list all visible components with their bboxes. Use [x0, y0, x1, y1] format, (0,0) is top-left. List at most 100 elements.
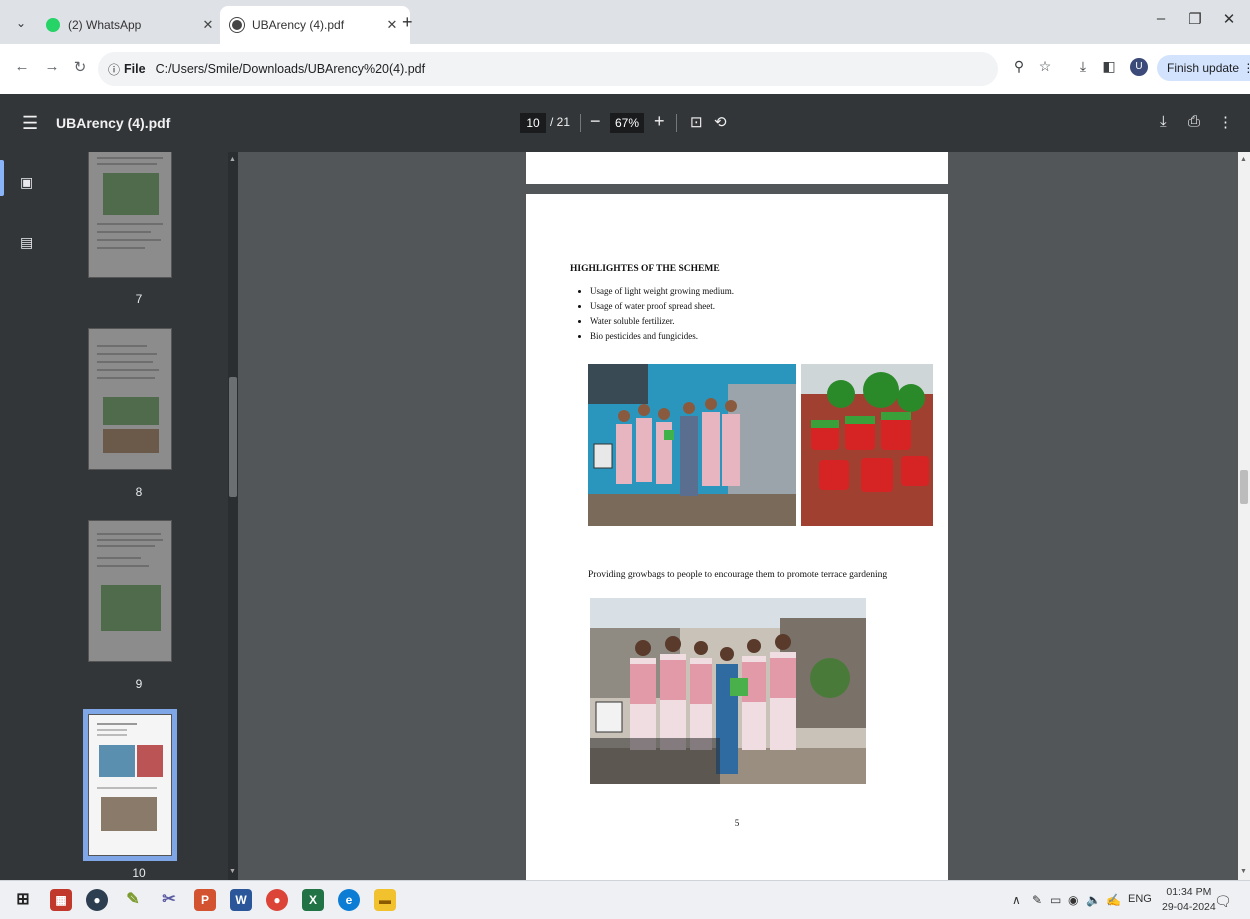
file-explorer-icon[interactable]: ▬: [374, 889, 396, 911]
list-item: Usage of water proof spread sheet.: [590, 299, 734, 314]
page-number-input[interactable]: 10: [520, 113, 546, 133]
chrome-icon[interactable]: ●: [266, 889, 288, 911]
show-hidden-icons-icon[interactable]: ∧: [1012, 893, 1021, 907]
print-icon[interactable]: ⎙: [1188, 113, 1200, 130]
pdf-page: HIGHLIGHTES OF THE SCHEME Usage of light…: [526, 194, 948, 880]
hamburger-menu-icon[interactable]: ☰: [22, 113, 38, 134]
volume-icon[interactable]: 🔈: [1086, 893, 1101, 907]
list-item: Usage of light weight growing medium.: [590, 284, 734, 299]
scroll-down-arrow[interactable]: ▼: [229, 868, 236, 875]
app-icon[interactable]: ●: [86, 889, 108, 911]
kebab-menu-icon: ⋮: [1242, 61, 1250, 75]
taskbar: ⊞ ▦ ● ✎ ✂ P W ● X e ▬ ∧ ✎ ▭ ◉ 🔈 ✍ ENG 01…: [0, 880, 1250, 919]
thumbnail-label: 8: [135, 485, 143, 499]
close-tab-icon[interactable]: ✕: [384, 17, 400, 33]
whatsapp-icon: [46, 18, 60, 32]
calendar-app-icon[interactable]: ▦: [50, 889, 72, 911]
photo-growbags: [801, 364, 933, 526]
list-item: Bio pesticides and fungicides.: [590, 329, 734, 344]
browser-toolbar: ← → ↻ ⓘ File C:/Users/Smile/Downloads/UB…: [0, 44, 1250, 94]
close-tab-icon[interactable]: ✕: [200, 17, 216, 33]
pdf-viewer[interactable]: HIGHLIGHTES OF THE SCHEME Usage of light…: [238, 152, 1238, 880]
bookmark-star-icon[interactable]: ☆: [1034, 58, 1056, 75]
globe-icon: [230, 18, 244, 32]
url-text[interactable]: C:/Users/Smile/Downloads/UBArency%20(4).…: [156, 62, 426, 76]
scroll-up-arrow[interactable]: ▲: [1240, 156, 1247, 163]
fit-page-icon[interactable]: ⊡: [690, 113, 703, 131]
clock[interactable]: 01:34 PM 29-04-2024: [1162, 885, 1216, 915]
outline-icon[interactable]: ▤: [20, 234, 33, 251]
close-window-button[interactable]: ✕: [1214, 10, 1244, 28]
scroll-down-arrow[interactable]: ▼: [1240, 868, 1247, 875]
language-indicator[interactable]: ENG: [1128, 893, 1152, 905]
excel-icon[interactable]: X: [302, 889, 324, 911]
info-icon[interactable]: ⓘ: [108, 61, 120, 78]
thumbnail-page-8[interactable]: [88, 328, 172, 470]
divider: [676, 114, 677, 132]
pdf-title: UBArency (4).pdf: [56, 115, 171, 131]
tab-whatsapp[interactable]: (2) WhatsApp ✕: [36, 6, 226, 44]
word-icon[interactable]: W: [230, 889, 252, 911]
photo-distribution: [590, 598, 866, 784]
back-button[interactable]: ←: [12, 58, 32, 75]
page-total: / 21: [550, 115, 571, 129]
download-pdf-icon[interactable]: ⤓: [1160, 113, 1167, 130]
previous-page: [526, 152, 948, 184]
chrome-tray-icon[interactable]: ◉: [1068, 893, 1078, 907]
tab-title: UBArency (4).pdf: [252, 18, 345, 32]
divider: [580, 114, 581, 132]
download-icon[interactable]: ⤓: [1072, 58, 1094, 75]
photo-group-stairs: [588, 364, 796, 526]
edge-icon[interactable]: e: [338, 889, 360, 911]
section-heading: HIGHLIGHTES OF THE SCHEME: [570, 264, 720, 274]
tab-search-chevron-icon[interactable]: ⌄: [10, 12, 32, 34]
thumbnail-page-10[interactable]: [83, 709, 177, 861]
photo-caption: Providing growbags to people to encourag…: [588, 570, 888, 580]
thumbnail-label: 10: [132, 866, 146, 880]
finish-update-button[interactable]: Finish update ⋮: [1157, 55, 1250, 81]
pen-icon[interactable]: ✎: [1032, 893, 1042, 907]
list-item: Water soluble fertilizer.: [590, 314, 734, 329]
active-indicator: [0, 160, 4, 196]
network-icon[interactable]: ▭: [1050, 893, 1061, 907]
thumbnail-label: 9: [135, 677, 143, 691]
tab-pdf[interactable]: UBArency (4).pdf ✕: [220, 6, 410, 44]
rotate-icon[interactable]: ⟲: [714, 113, 727, 131]
zoom-in-button[interactable]: +: [654, 111, 665, 132]
tab-strip: ⌄ (2) WhatsApp ✕ UBArency (4).pdf ✕ + – …: [0, 0, 1250, 44]
start-button-icon[interactable]: ⊞: [12, 889, 34, 911]
powerpoint-icon[interactable]: P: [194, 889, 216, 911]
thumbnails-icon[interactable]: ▣: [20, 174, 33, 191]
tab-title: (2) WhatsApp: [68, 18, 142, 32]
scheme-label: File: [124, 62, 146, 76]
paint-app-icon[interactable]: ✎: [122, 889, 144, 911]
reload-button[interactable]: ↻: [70, 58, 90, 76]
restore-button[interactable]: ❐: [1180, 10, 1210, 28]
zoom-icon[interactable]: ⚲: [1008, 58, 1030, 75]
thumbnail-label: 7: [135, 292, 143, 306]
address-bar[interactable]: ⓘ File C:/Users/Smile/Downloads/UBArency…: [98, 52, 998, 86]
scroll-thumb[interactable]: [229, 377, 237, 497]
thumbnail-pane: 7 8 9 10: [50, 152, 228, 880]
thumbnail-scrollbar[interactable]: ▲ ▼: [228, 152, 238, 880]
thumbnail-page-9[interactable]: [88, 520, 172, 662]
new-tab-button[interactable]: +: [402, 12, 413, 33]
snipping-tool-icon[interactable]: ✂: [158, 889, 180, 911]
thumbnail-page-7[interactable]: [88, 152, 172, 278]
page-number: 5: [734, 818, 740, 828]
more-options-icon[interactable]: ⋮: [1218, 113, 1233, 131]
zoom-level-input[interactable]: 67%: [610, 113, 644, 133]
zoom-out-button[interactable]: −: [590, 111, 601, 132]
forward-button[interactable]: →: [42, 58, 62, 75]
finish-update-label: Finish update: [1167, 61, 1240, 75]
bullet-list: Usage of light weight growing medium. Us…: [590, 284, 734, 344]
pen-menu-icon[interactable]: ✍: [1106, 893, 1121, 907]
scroll-thumb[interactable]: [1240, 470, 1248, 504]
clock-time: 01:34 PM: [1166, 886, 1212, 898]
viewer-scrollbar[interactable]: ▲ ▼: [1238, 152, 1250, 880]
side-panel-icon[interactable]: ◧: [1098, 58, 1120, 75]
scroll-up-arrow[interactable]: ▲: [229, 156, 236, 163]
profile-avatar[interactable]: U: [1130, 58, 1148, 76]
minimize-button[interactable]: –: [1146, 10, 1176, 27]
notifications-icon[interactable]: 🗨: [1214, 893, 1232, 910]
